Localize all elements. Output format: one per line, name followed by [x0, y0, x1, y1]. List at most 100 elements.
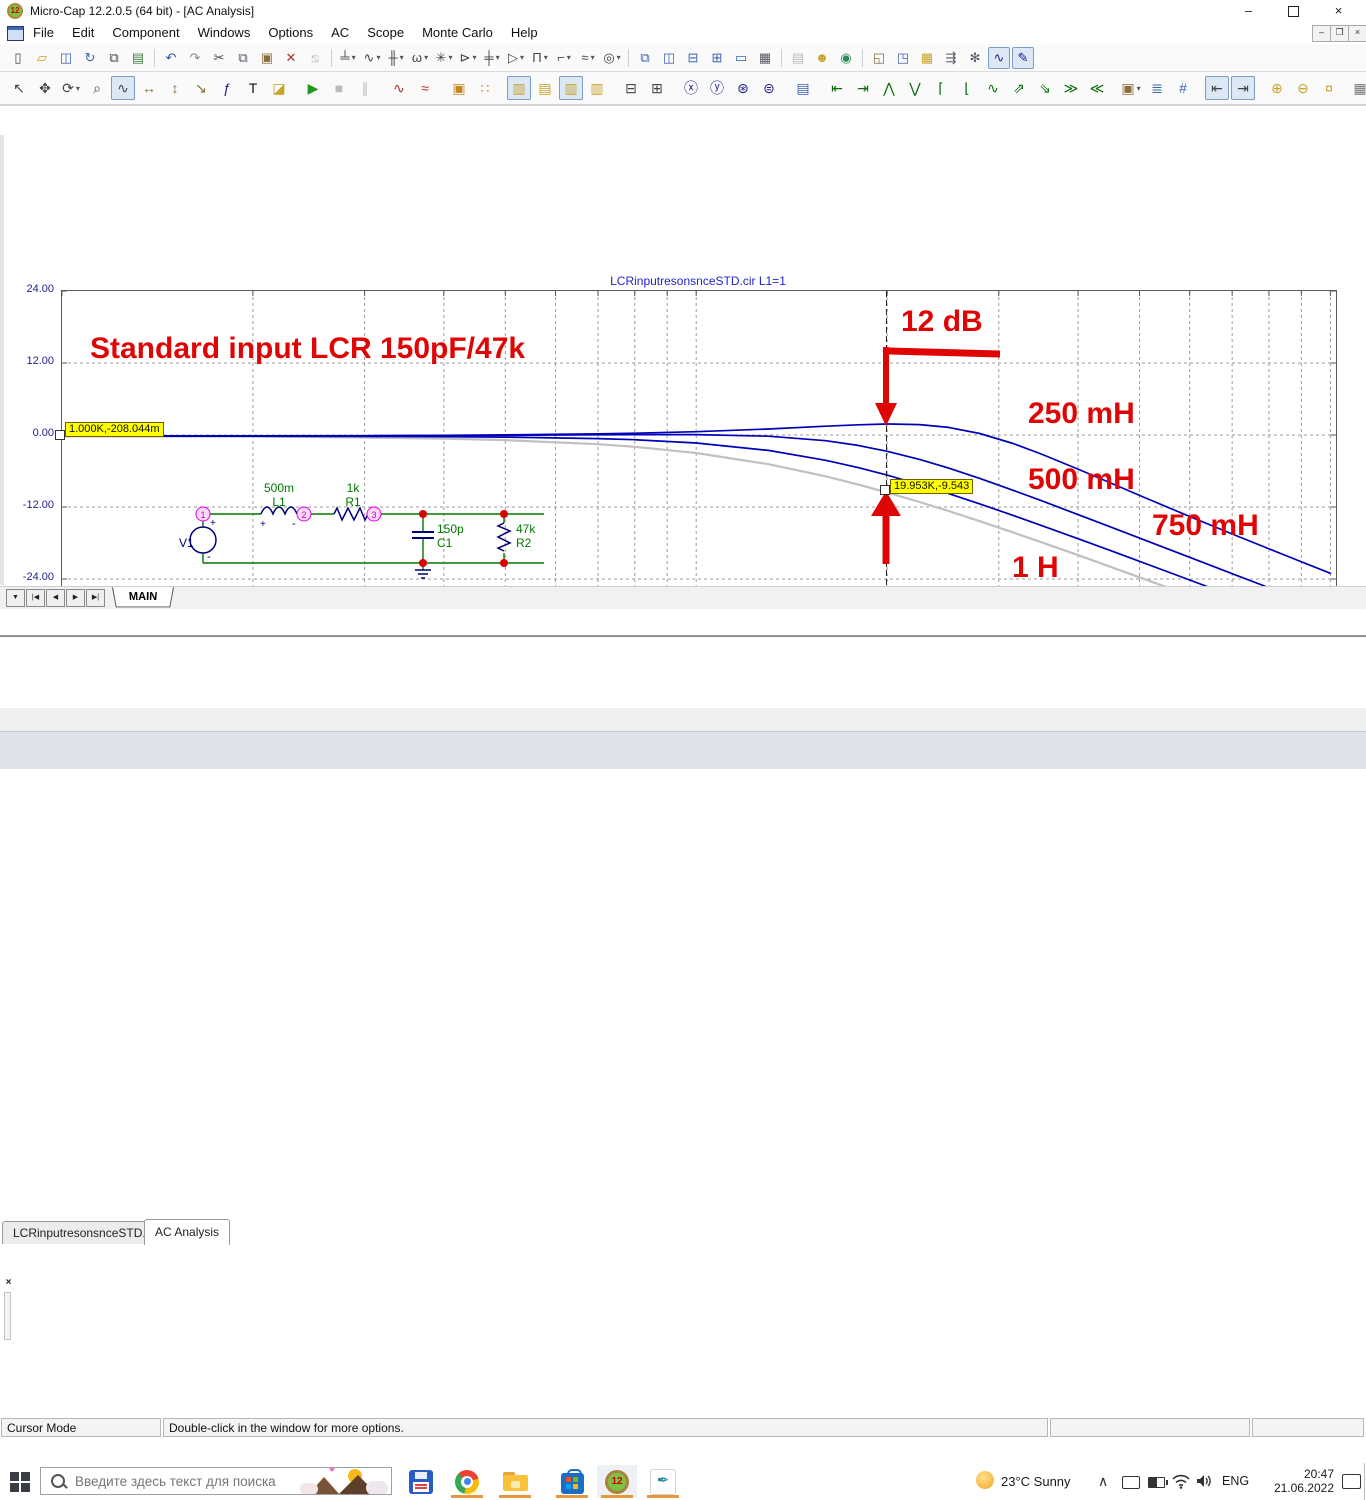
tile-horizontal-icon[interactable]: ⊟	[682, 47, 704, 69]
dropdown-arrow-icon[interactable]: ▾	[400, 53, 404, 62]
dropdown-arrow-icon[interactable]: ▾	[591, 53, 595, 62]
switch-icon[interactable]: ⌐ ▾	[553, 47, 575, 69]
mdi-close-button[interactable]: ×	[1348, 25, 1366, 42]
cursor-valley-icon[interactable]: ⋁	[903, 76, 927, 100]
diode-icon[interactable]: ⊳ ▾	[457, 47, 479, 69]
watch-window-icon[interactable]: ◳	[892, 47, 914, 69]
dropdown-arrow-icon[interactable]: ▾	[352, 53, 356, 62]
pulse-source-icon[interactable]: Π ▾	[529, 47, 551, 69]
calculator-icon[interactable]: ▦	[754, 47, 776, 69]
page-dropdown-button[interactable]: ▼	[6, 589, 25, 607]
tab-ac-analysis[interactable]: AC Analysis	[144, 1219, 231, 1245]
cut-icon[interactable]: ✂	[208, 47, 230, 69]
print-icon[interactable]: ▤	[127, 47, 149, 69]
resistor-r2[interactable]	[496, 522, 512, 552]
analysis-plot-icon[interactable]: ∿	[988, 46, 1010, 69]
new-file-icon[interactable]: ▯	[7, 47, 29, 69]
mdi-restore-button[interactable]: ❐	[1330, 25, 1349, 42]
place-tag-icon[interactable]: ◪	[267, 76, 291, 100]
horizontal-cursor-icon[interactable]: ⊟	[619, 76, 643, 100]
dropdown-arrow-icon[interactable]: ▾	[76, 84, 80, 93]
web-help-icon[interactable]: ◉	[835, 47, 857, 69]
close-button[interactable]: ×	[1316, 0, 1361, 22]
run-icon[interactable]: ▶	[301, 76, 325, 100]
text-tool-icon[interactable]: T	[241, 76, 265, 100]
panel-close-icon[interactable]: ×	[3, 1277, 14, 1288]
axis-format-icon[interactable]: ⊜	[757, 76, 781, 100]
panel-scrollbar[interactable]	[4, 1292, 11, 1340]
menu-component[interactable]: Component	[103, 22, 188, 43]
dropdown-arrow-icon[interactable]: ▾	[567, 53, 571, 62]
plot-separate-icon[interactable]: ▥	[585, 76, 609, 100]
undo-icon[interactable]: ↶	[160, 47, 182, 69]
scale-region-icon[interactable]: ↘	[189, 76, 213, 100]
menu-monte-carlo[interactable]: Monte Carlo	[413, 22, 502, 43]
circuit-schematic[interactable]: 500m L1 1k R1 150p C1 47k R2 V1 + - + - …	[176, 465, 556, 590]
revert-file-icon[interactable]: ↻	[79, 47, 101, 69]
grid-options-icon[interactable]: ▦▾	[1351, 76, 1366, 100]
component-info-icon[interactable]: ▤	[787, 47, 809, 69]
taskbar-app-file-explorer[interactable]	[495, 1465, 535, 1498]
align-cursors-icon[interactable]: ⊞	[645, 76, 669, 100]
cursor-inflection-icon[interactable]: ∿	[981, 76, 1005, 100]
first-page-button[interactable]: |◀	[26, 589, 45, 607]
minimize-button[interactable]: –	[1226, 0, 1271, 22]
tokens-icon[interactable]: ≈	[413, 76, 437, 100]
taskbar-app-microsoft-store[interactable]	[552, 1465, 592, 1498]
start-button[interactable]	[10, 1472, 30, 1492]
right-cursor-mode-icon[interactable]: ⇥	[1231, 76, 1255, 100]
data-points-icon[interactable]: ∿	[387, 76, 411, 100]
notification-icon[interactable]	[1342, 1474, 1361, 1489]
paste-special-icon[interactable]: ⧅	[304, 47, 326, 69]
scale-horizontal-icon[interactable]: ↔	[137, 76, 161, 100]
animate-icon[interactable]: ◱	[868, 47, 890, 69]
analysis-plot-window[interactable]: LCRinputresonsnceSTD.cir L1=1 500m L1 1k…	[0, 135, 1366, 710]
zoom-select-icon[interactable]: ⌕	[85, 76, 109, 100]
ruler-icon[interactable]: ▣	[447, 76, 471, 100]
language-indicator[interactable]: ENG	[1222, 1474, 1249, 1488]
zoom-in-icon[interactable]: ⊕	[1265, 76, 1289, 100]
variables-list-icon[interactable]: ▦	[916, 47, 938, 69]
dropdown-arrow-icon[interactable]: ▾	[1137, 84, 1141, 93]
right-cursor-marker[interactable]	[880, 485, 890, 495]
stepping-icon[interactable]: ⇶	[940, 47, 962, 69]
maximize-button[interactable]	[1271, 0, 1316, 22]
fx-scale-icon[interactable]: ⊛	[731, 76, 755, 100]
preferences-tools-icon[interactable]: ✻	[964, 47, 986, 69]
menu-file[interactable]: File	[24, 22, 63, 43]
cursor-low-icon[interactable]: ⌊	[955, 76, 979, 100]
cursor-slope-up-icon[interactable]: ⇗	[1007, 76, 1031, 100]
search-input[interactable]	[73, 1472, 307, 1490]
menu-windows[interactable]: Windows	[189, 22, 260, 43]
clipboard-copy-icon[interactable]: ▣ ▾	[1119, 76, 1143, 100]
dropdown-arrow-icon[interactable]: ▾	[376, 53, 380, 62]
zoom-percent-icon[interactable]: ¤	[1317, 76, 1341, 100]
capacitor-c1[interactable]	[412, 531, 434, 539]
graph-select-icon[interactable]: ∿	[111, 76, 135, 100]
save-file-icon[interactable]: ◫	[55, 47, 77, 69]
left-cursor-marker[interactable]	[55, 430, 65, 440]
taskbar-app-chrome[interactable]	[447, 1465, 487, 1498]
opamp-icon[interactable]: ▷ ▾	[505, 47, 527, 69]
properties-icon[interactable]: ▤	[791, 76, 815, 100]
x-scale-icon[interactable]: ⓧ	[679, 76, 703, 100]
open-file-icon[interactable]: ▱	[31, 47, 53, 69]
taskbar-app-save-tool[interactable]	[401, 1465, 441, 1498]
dropdown-arrow-icon[interactable]: ▾	[424, 53, 428, 62]
dropdown-arrow-icon[interactable]: ▾	[496, 53, 500, 62]
wifi-icon[interactable]	[1172, 1474, 1190, 1489]
battery-icon[interactable]: ╪ ▾	[481, 47, 503, 69]
mdi-minimize-button[interactable]: –	[1312, 25, 1331, 42]
dropdown-arrow-icon[interactable]: ▾	[448, 53, 452, 62]
connector-icon[interactable]: ✳ ▾	[433, 47, 455, 69]
taskbar-app-notes-quill[interactable]: ✒	[643, 1465, 683, 1498]
paste-icon[interactable]: ▣	[256, 47, 278, 69]
cursor-global-high-icon[interactable]: ≫	[1059, 76, 1083, 100]
plot-edit-icon[interactable]: ✎	[1012, 46, 1034, 69]
plot-group-icon[interactable]: ▤	[533, 76, 557, 100]
cursor-global-low-icon[interactable]: ≪	[1085, 76, 1109, 100]
y-scale-icon[interactable]: ⓨ	[705, 76, 729, 100]
show-desktop-sliver[interactable]	[1364, 1463, 1365, 1500]
delete-icon[interactable]: ✕	[280, 47, 302, 69]
stop-icon[interactable]: ■	[327, 76, 351, 100]
